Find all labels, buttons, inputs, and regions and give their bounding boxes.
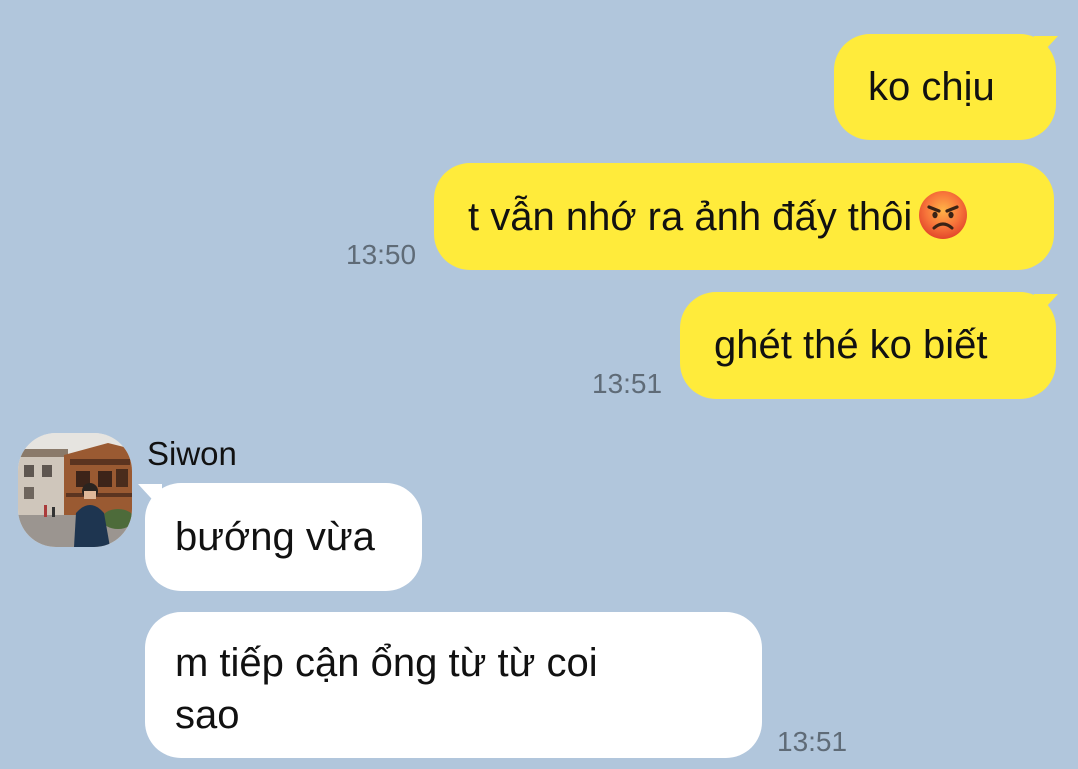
angry-face-emoji-icon (918, 190, 968, 240)
message-bubble-outgoing[interactable]: ghét thé ko biết (680, 292, 1056, 399)
message-text: t vẫn nhớ ra ảnh đấy thôi (468, 195, 913, 239)
message-timestamp: 13:50 (346, 239, 417, 270)
message-text: ghét thé ko biết (714, 323, 988, 367)
message-timestamp: 13:51 (592, 368, 663, 399)
message-text-line: m tiếp cận ổng từ từ coi (175, 641, 598, 685)
sender-name: Siwon (147, 435, 237, 472)
message-timestamp: 13:51 (777, 726, 848, 757)
message-text-line: sao (175, 693, 240, 737)
avatar[interactable] (18, 433, 132, 547)
message-bubble-incoming[interactable]: m tiếp cận ổng từ từ coi sao (145, 612, 762, 758)
message-bubble-outgoing[interactable]: t vẫn nhớ ra ảnh đấy thôi (434, 163, 1054, 270)
siwon-avatar-icon (18, 433, 132, 547)
message-bubble-incoming[interactable]: bướng vừa (145, 483, 422, 591)
message-text: ko chịu (868, 65, 995, 109)
message-text: bướng vừa (175, 515, 375, 559)
message-bubble-outgoing[interactable]: ko chịu (834, 34, 1056, 140)
